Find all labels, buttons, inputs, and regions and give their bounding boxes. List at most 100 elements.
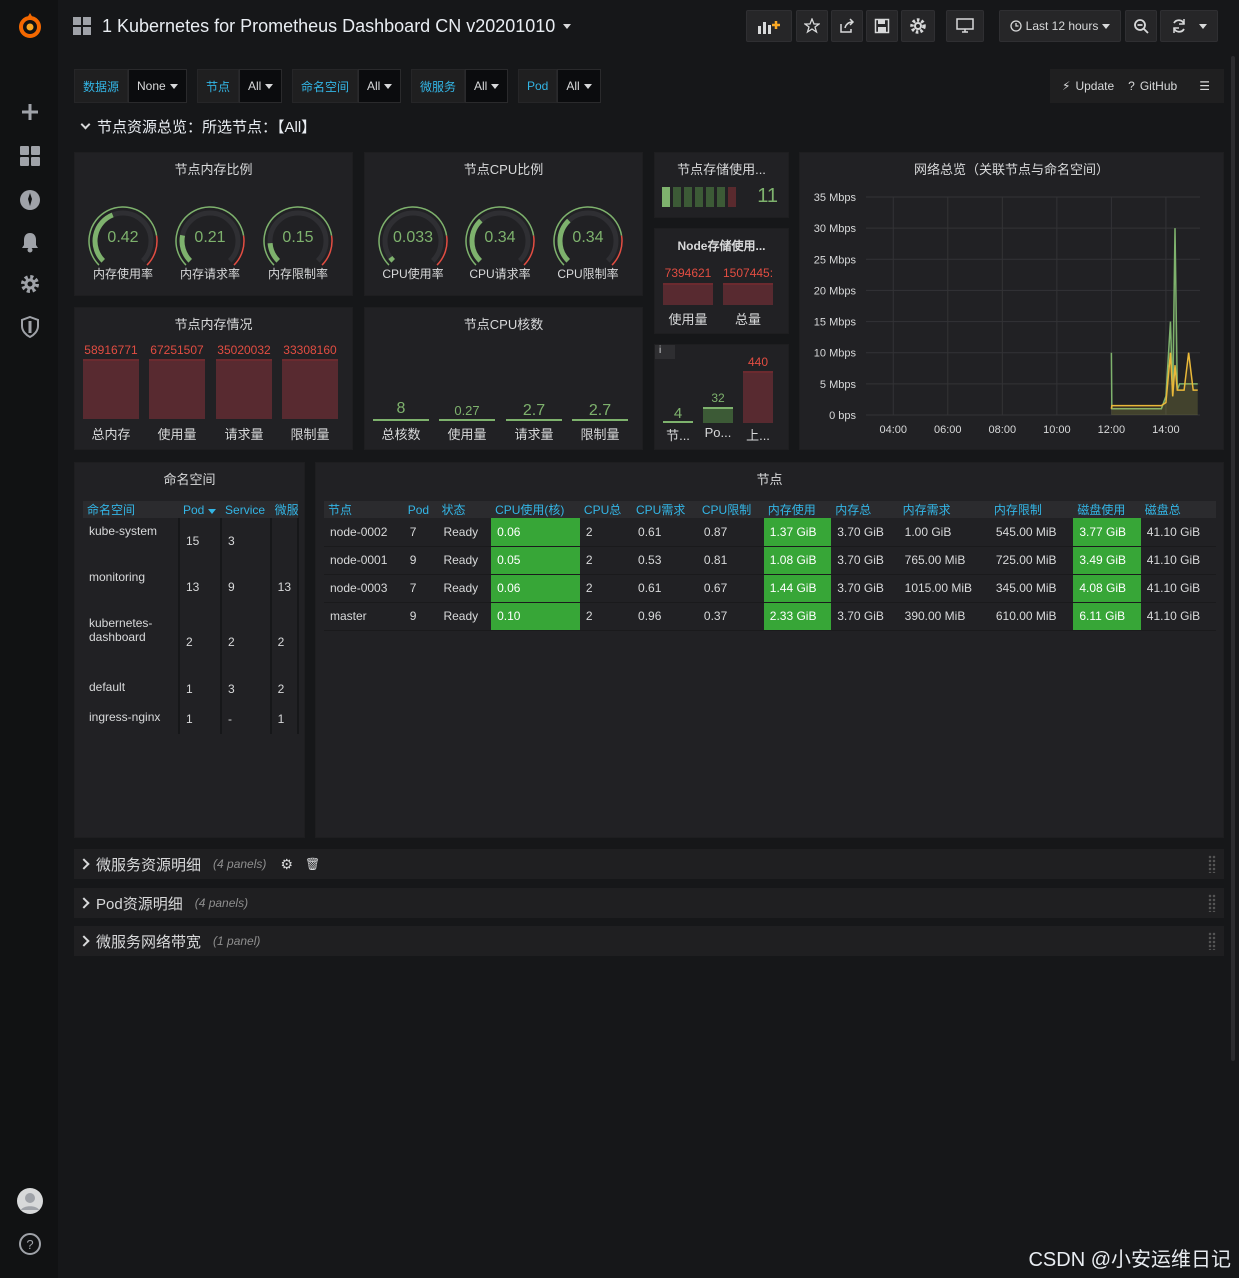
drag-handle-icon[interactable]	[1208, 855, 1216, 873]
col-header[interactable]: CPU需求	[632, 501, 698, 518]
gear-icon[interactable]: ⚙	[280, 856, 293, 873]
explore-icon[interactable]	[14, 184, 46, 216]
panel-title[interactable]: 节点内存比例	[75, 159, 352, 178]
menu-icon[interactable]: ☰	[1199, 79, 1210, 93]
pods-count-bar	[703, 407, 733, 423]
table-cell: 2	[579, 574, 633, 603]
var-node-select[interactable]: All	[239, 69, 283, 103]
col-header[interactable]: 节点	[324, 501, 404, 518]
link-label: GitHub	[1139, 79, 1178, 93]
col-namespace[interactable]: 命名空间	[83, 501, 179, 518]
col-header[interactable]: 磁盘使用	[1073, 501, 1141, 518]
plus-icon[interactable]	[14, 96, 46, 128]
panel-title[interactable]: 节点CPU核数	[365, 314, 642, 333]
gauge-label: CPU请求率	[469, 267, 531, 281]
dashboard-grid-icon	[73, 17, 91, 38]
col-microservice[interactable]: 微服务	[270, 501, 298, 518]
add-panel-button[interactable]	[746, 10, 792, 42]
col-header[interactable]: 内存需求	[898, 501, 990, 518]
info-icon[interactable]: i	[655, 345, 675, 359]
col-header[interactable]: CPU限制	[697, 501, 764, 518]
zoom-out-button[interactable]	[1125, 10, 1157, 42]
tv-mode-button[interactable]	[946, 10, 984, 42]
row-microservice-network[interactable]: 微服务网络带宽 (1 panel)	[74, 926, 1224, 956]
bolt-icon: ⚡	[1062, 79, 1071, 93]
col-header[interactable]: CPU使用(核)	[491, 501, 580, 518]
panel-network: 网络总览（关联节点与命名空间） 35 Mbps 30 Mbps 25 Mbps 20 …	[799, 152, 1224, 450]
panel-title[interactable]: 节点CPU比例	[365, 159, 642, 178]
col-pod[interactable]: Pod	[179, 501, 222, 518]
save-button[interactable]	[866, 10, 898, 42]
col-header[interactable]: 磁盘总	[1140, 501, 1216, 518]
row-header-overview[interactable]: 节点资源总览：所选节点：【All】	[80, 116, 316, 137]
github-link[interactable]: ? GitHub	[1128, 79, 1177, 93]
table-cell: 1	[270, 704, 300, 734]
shield-icon[interactable]	[14, 311, 46, 343]
col-header[interactable]: 内存使用	[763, 501, 832, 518]
refresh-button[interactable]	[1160, 10, 1218, 42]
avatar[interactable]	[14, 1185, 46, 1217]
dashboards-icon[interactable]	[14, 140, 46, 172]
update-link[interactable]: ⚡ Update	[1062, 79, 1114, 93]
trash-icon[interactable]: 🗑	[305, 857, 320, 871]
gear-icon[interactable]	[14, 268, 46, 300]
panel-title[interactable]: 节点	[316, 469, 1223, 488]
table-cell: 41.10 GiB	[1140, 546, 1216, 575]
grafana-logo-icon[interactable]	[14, 10, 46, 42]
table-cell: 0.96	[632, 602, 698, 631]
col-service[interactable]: Service	[221, 501, 271, 518]
help-icon[interactable]: ?	[14, 1228, 46, 1260]
var-namespace-select[interactable]: All	[358, 69, 402, 103]
y-tick-label: 10 Mbps	[814, 348, 857, 360]
gauge-value: 0.033	[392, 229, 434, 246]
var-label: Pod	[518, 69, 558, 103]
table-cell: 0.06	[491, 574, 580, 603]
bar-request-mem	[216, 359, 272, 419]
col-header[interactable]: Pod	[403, 501, 438, 518]
row-microservice-resources[interactable]: 微服务资源明细 (4 panels) ⚙ 🗑	[74, 849, 1224, 879]
time-picker-button[interactable]: Last 12 hours	[999, 10, 1121, 42]
watermark: CSDN @小安运维日记	[1028, 1249, 1231, 1271]
col-header[interactable]: CPU总	[579, 501, 633, 518]
table-cell: 6.11 GiB	[1073, 602, 1141, 631]
table-cell: 1	[179, 704, 223, 734]
table-cell: node-0003	[324, 574, 404, 603]
table-cell: 3.70 GiB	[831, 518, 899, 547]
col-header[interactable]: 内存限制	[989, 501, 1074, 518]
var-pod-select[interactable]: All	[557, 69, 601, 103]
table-cell: 15	[179, 518, 223, 564]
var-service-select[interactable]: All	[465, 69, 509, 103]
gauge-value: 0.34	[484, 229, 516, 246]
col-header[interactable]: 状态	[437, 501, 492, 518]
cores-value: 8	[396, 400, 406, 417]
chevron-right-icon	[78, 858, 90, 870]
panel-title[interactable]: 节点存储使用...	[655, 159, 788, 178]
table-cell: 0.37	[697, 602, 764, 631]
panel-title[interactable]: 节点内存情况	[75, 314, 352, 333]
row-title: Pod资源明细	[96, 895, 183, 913]
settings-button[interactable]	[901, 10, 935, 42]
total-bar	[723, 283, 773, 305]
table-cell: 9	[221, 564, 272, 610]
refresh-icon	[1173, 19, 1185, 33]
share-button[interactable]	[831, 10, 863, 42]
var-namespace: 命名空间 All	[292, 69, 402, 103]
star-button[interactable]	[796, 10, 828, 42]
row-panel-count: (4 panels)	[194, 896, 249, 910]
drag-handle-icon[interactable]	[1208, 932, 1216, 950]
bar-label: 使用量	[157, 427, 197, 442]
dashboard-title-button[interactable]: 1 Kubernetes for Prometheus Dashboard CN…	[102, 16, 572, 37]
bell-icon[interactable]	[14, 226, 46, 258]
table-cell: 725.00 MiB	[989, 546, 1074, 575]
pods-label: 上...	[746, 428, 770, 443]
panel-title[interactable]: Node存储使用...	[655, 237, 788, 254]
row-pod-resources[interactable]: Pod资源明细 (4 panels)	[74, 888, 1224, 918]
col-header[interactable]: 内存总	[831, 501, 899, 518]
cog-icon	[910, 18, 926, 34]
panel-title[interactable]: 命名空间	[75, 469, 304, 488]
network-chart[interactable]: 35 Mbps 30 Mbps 25 Mbps 20 Mbps 15 Mbps 10 Mb…	[800, 153, 1223, 449]
table-cell: 3.70 GiB	[831, 602, 899, 631]
drag-handle-icon[interactable]	[1208, 894, 1216, 912]
var-datasource-select[interactable]: None	[128, 69, 187, 103]
scrollbar[interactable]	[1231, 56, 1235, 1061]
